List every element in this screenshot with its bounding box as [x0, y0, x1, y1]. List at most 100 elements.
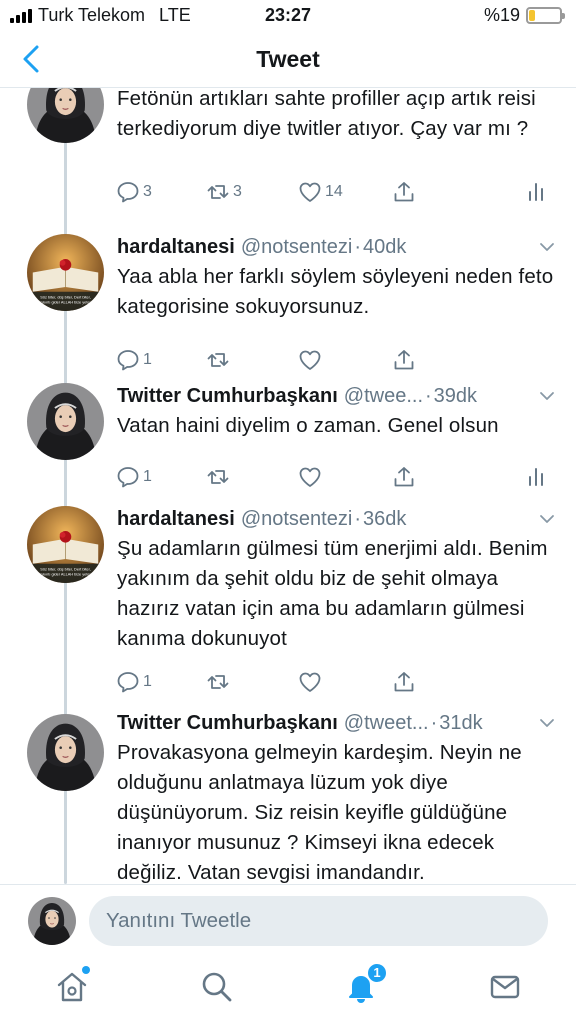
notification-badge: 1	[366, 962, 388, 984]
tweet-text: Provakasyona gelmeyin kardeşim. Neyin ne…	[117, 741, 522, 884]
share-button[interactable]	[392, 668, 416, 696]
reply-button[interactable]: 1	[116, 463, 152, 491]
like-count: 14	[325, 183, 343, 200]
reply-button[interactable]: 3	[116, 178, 152, 206]
status-bar: Turk Telekom LTE 23:27 %19	[0, 0, 576, 32]
share-icon	[392, 348, 416, 372]
separator-dot: ·	[430, 711, 438, 734]
like-button[interactable]: 14	[298, 178, 343, 206]
new-content-dot	[82, 966, 90, 974]
search-icon[interactable]	[200, 970, 234, 1004]
reply-count: 1	[143, 351, 152, 368]
avatar[interactable]	[27, 714, 104, 791]
retweet-icon	[206, 465, 230, 489]
separator-dot: ·	[354, 507, 361, 530]
reply-input[interactable]: Yanıtını Tweetle	[89, 896, 548, 946]
reply-button[interactable]: 1	[116, 346, 152, 374]
reply-button[interactable]: 1	[116, 668, 152, 696]
tweet-actions: 1	[116, 463, 556, 491]
svg-text:Söz biter, düş biter, Dert bit: Söz biter, düş biter, Dert biter,	[40, 567, 90, 571]
status-right: %19	[483, 5, 565, 26]
username[interactable]: @notsentezi	[241, 508, 352, 531]
share-button[interactable]	[392, 463, 416, 491]
tweet-header: hardaltanesi @notsentezi · 36dk	[117, 506, 556, 532]
analytics-icon	[524, 465, 548, 489]
svg-text:sıkıntı gider ALLAH bize yeter: sıkıntı gider ALLAH bize yeter	[40, 300, 91, 304]
tweet-header: Twitter Cumhurbaşkanı @twee... · 39dk	[117, 383, 556, 409]
reply-bar: Yanıtını Tweetle	[0, 884, 576, 956]
display-name[interactable]: Twitter Cumhurbaşkanı	[117, 385, 338, 408]
display-name[interactable]: hardaltanesi	[117, 508, 235, 531]
chevron-down-icon[interactable]	[538, 510, 556, 528]
tweet-actions: 1	[116, 668, 556, 696]
tweet-text: Fetönün artıkları sahte profiller açıp a…	[117, 88, 536, 140]
retweet-button[interactable]: 3	[206, 178, 242, 206]
heart-icon	[298, 465, 322, 489]
retweet-button[interactable]	[206, 463, 233, 491]
timestamp: 40dk	[362, 235, 407, 258]
battery-level	[529, 10, 535, 21]
messages-icon[interactable]	[488, 970, 522, 1004]
avatar	[28, 897, 76, 945]
retweet-button[interactable]	[206, 668, 233, 696]
home-icon[interactable]	[55, 966, 90, 1004]
share-icon	[392, 670, 416, 694]
reply-icon	[116, 465, 140, 489]
chevron-down-icon[interactable]	[538, 714, 556, 732]
tweet-header: Twitter Cumhurbaşkanı @tweet... · 31dk	[117, 710, 556, 736]
chevron-down-icon[interactable]	[538, 238, 556, 256]
display-name[interactable]: Twitter Cumhurbaşkanı	[117, 712, 338, 735]
tweet-text: Şu adamların gülmesi tüm enerjimi aldı. …	[117, 537, 548, 650]
analytics-button[interactable]	[524, 178, 548, 206]
retweet-count: 3	[233, 183, 242, 200]
timestamp: 39dk	[433, 384, 478, 407]
reply-icon	[116, 670, 140, 694]
tab-bar: 1	[0, 956, 576, 1024]
reply-icon	[116, 180, 140, 204]
conversation-feed[interactable]: Fetönün artıkları sahte profiller açıp a…	[0, 88, 576, 884]
share-button[interactable]	[392, 346, 416, 374]
username[interactable]: @twee...	[344, 385, 423, 408]
separator-dot: ·	[354, 235, 361, 258]
reply-count: 3	[143, 183, 152, 200]
share-button[interactable]	[392, 178, 416, 206]
chevron-down-icon[interactable]	[538, 387, 556, 405]
avatar[interactable]	[27, 88, 104, 143]
username[interactable]: @tweet...	[344, 712, 429, 735]
separator-dot: ·	[425, 384, 432, 407]
tweet-actions: 3 3 14	[116, 178, 556, 206]
analytics-icon	[524, 180, 548, 204]
timestamp: 31dk	[439, 711, 483, 734]
reply-icon	[116, 348, 140, 372]
like-button[interactable]	[298, 668, 325, 696]
reply-count: 1	[143, 673, 152, 690]
like-button[interactable]	[298, 346, 325, 374]
retweet-button[interactable]	[206, 346, 233, 374]
like-button[interactable]	[298, 463, 325, 491]
battery-icon	[526, 7, 565, 24]
notifications-icon[interactable]: 1	[344, 962, 388, 1004]
heart-icon	[298, 670, 322, 694]
username[interactable]: @notsentezi	[241, 236, 352, 259]
svg-text:sıkıntı gider ALLAH bize yeter: sıkıntı gider ALLAH bize yeter	[40, 572, 91, 576]
retweet-icon	[206, 670, 230, 694]
nav-bar: Tweet	[0, 32, 576, 88]
avatar[interactable]	[27, 383, 104, 460]
analytics-button[interactable]	[524, 463, 548, 491]
page-title: Tweet	[256, 46, 320, 72]
display-name[interactable]: hardaltanesi	[117, 236, 235, 259]
retweet-icon	[206, 180, 230, 204]
reply-count: 1	[143, 468, 152, 485]
battery-percent: %19	[483, 5, 520, 25]
share-icon	[392, 465, 416, 489]
svg-text:Söz biter, düş biter, Dert bit: Söz biter, düş biter, Dert biter,	[40, 295, 90, 299]
heart-icon	[298, 348, 322, 372]
tweet-header: hardaltanesi @notsentezi · 40dk	[117, 234, 556, 260]
heart-icon	[298, 180, 322, 204]
retweet-icon	[206, 348, 230, 372]
avatar[interactable]: Söz biter, düş biter, Dert biter, sıkıntı…	[27, 506, 104, 583]
timestamp: 36dk	[362, 507, 407, 530]
tweet-actions: 1	[116, 346, 556, 374]
tweet-text: Yaa abla her farklı söylem söyleyeni ned…	[117, 265, 554, 318]
avatar[interactable]: Söz biter, düş biter, Dert biter, sıkıntı…	[27, 234, 104, 311]
